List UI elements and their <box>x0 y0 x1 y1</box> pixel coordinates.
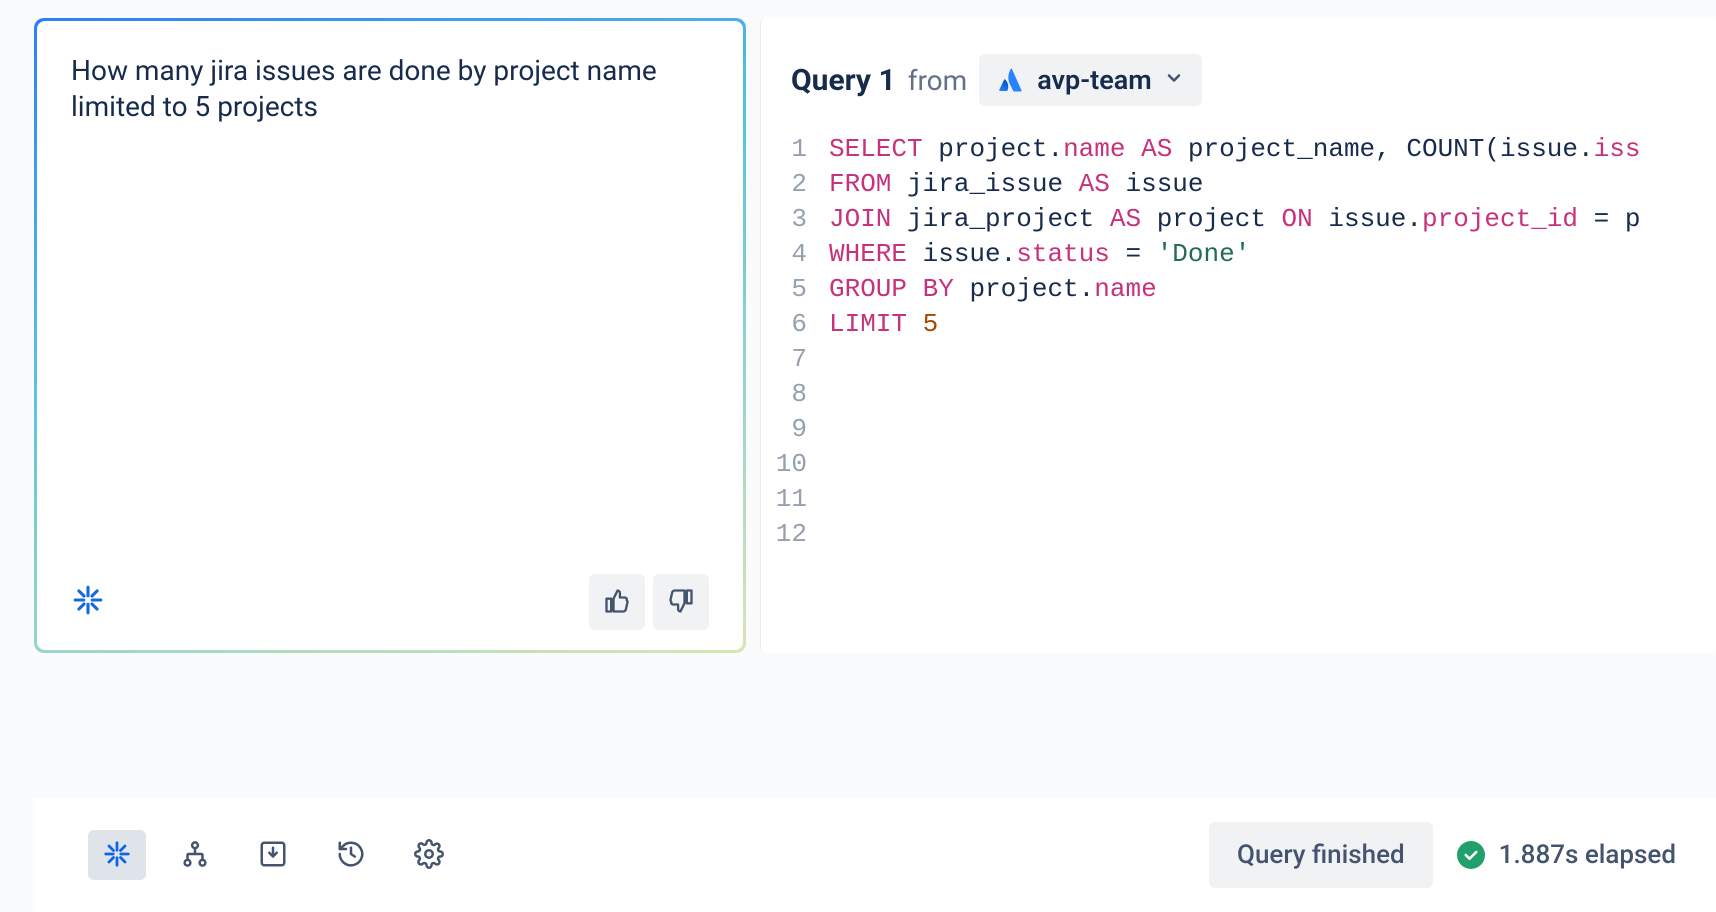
ai-sparkle-icon <box>71 583 105 621</box>
import-box-icon <box>258 839 288 872</box>
history-button[interactable] <box>322 830 380 880</box>
ai-assist-button[interactable] <box>88 830 146 880</box>
thumbs-up-button[interactable] <box>589 574 645 630</box>
import-button[interactable] <box>244 830 302 880</box>
schema-button[interactable] <box>166 830 224 880</box>
success-check-icon <box>1457 841 1485 869</box>
sql-editor[interactable]: 123456789101112 SELECT project.name AS p… <box>761 132 1716 653</box>
from-label: from <box>908 64 967 97</box>
source-selector[interactable]: avp-team <box>979 54 1201 106</box>
thumbs-up-icon <box>603 587 631 618</box>
bottom-toolbar: Query finished 1.887s elapsed <box>34 798 1716 912</box>
code-content[interactable]: SELECT project.name AS project_name, COU… <box>829 132 1640 653</box>
prompt-text[interactable]: How many jira issues are done by project… <box>71 53 709 126</box>
source-name: avp-team <box>1037 64 1151 96</box>
elapsed-text: 1.887s elapsed <box>1499 840 1676 870</box>
query-status-pill: Query finished <box>1209 822 1433 888</box>
line-gutter: 123456789101112 <box>775 132 829 653</box>
ai-prompt-panel[interactable]: How many jira issues are done by project… <box>34 18 746 653</box>
query-title: Query 1 <box>791 63 896 98</box>
thumbs-down-button[interactable] <box>653 574 709 630</box>
thumbs-down-icon <box>667 587 695 618</box>
hierarchy-icon <box>180 839 210 872</box>
gear-icon <box>414 839 444 872</box>
query-header: Query 1 from avp-team <box>761 18 1716 132</box>
query-panel: Query 1 from avp-team <box>760 18 1716 653</box>
chevron-down-icon <box>1164 68 1184 92</box>
atlassian-logo-icon <box>997 66 1025 94</box>
ai-sparkle-icon <box>102 839 132 872</box>
history-icon <box>336 839 366 872</box>
settings-button[interactable] <box>400 830 458 880</box>
elapsed-time: 1.887s elapsed <box>1457 840 1676 870</box>
